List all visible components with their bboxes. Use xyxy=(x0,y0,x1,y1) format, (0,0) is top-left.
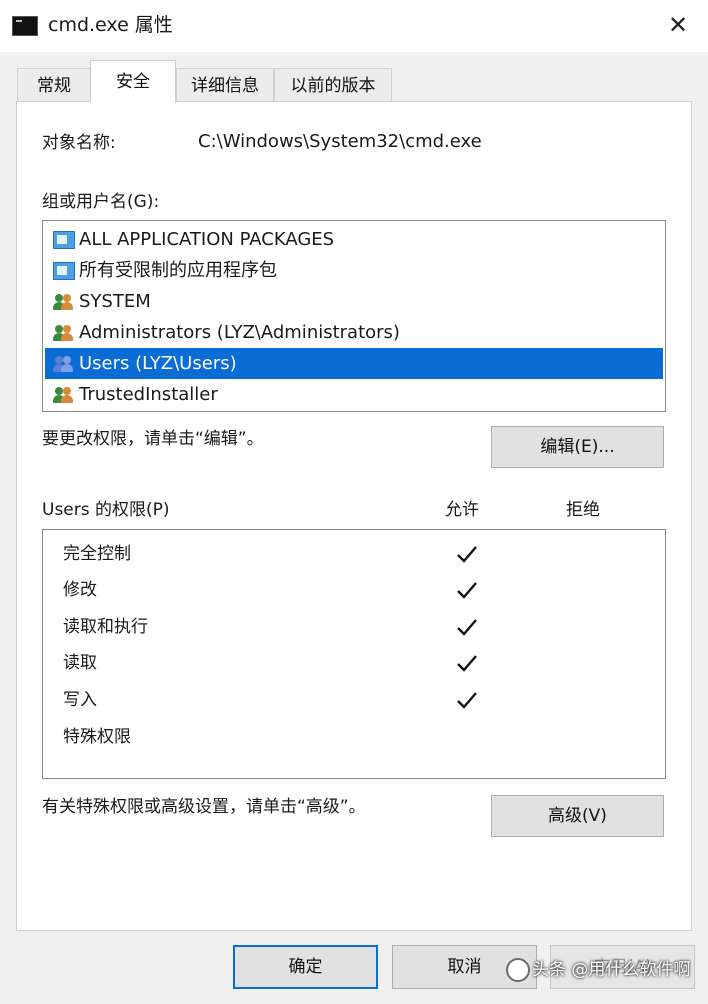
watermark: 头条 @用什么软件啊 xyxy=(506,950,706,988)
package-icon xyxy=(53,231,75,249)
tab-label: 以前的版本 xyxy=(290,76,376,96)
group-name: TrustedInstaller xyxy=(79,384,218,405)
check-icon xyxy=(455,652,479,674)
users-icon xyxy=(53,324,75,342)
tab-previous-versions[interactable]: 以前的版本 xyxy=(274,68,392,102)
permissions-list: 完全控制 修改 读取和执行 读取 写入 特殊权限 xyxy=(42,529,666,779)
group-name: Users (LYZ\Users) xyxy=(79,353,237,374)
object-name-value: C:\Windows\System32\cmd.exe xyxy=(198,131,482,152)
watermark-text: 头条 @用什么软件啊 xyxy=(532,960,691,980)
wechat-logo-icon xyxy=(506,958,530,982)
users-icon xyxy=(53,386,75,404)
tab-security[interactable]: 安全 xyxy=(90,60,176,103)
close-button[interactable]: ✕ xyxy=(660,10,696,40)
permission-name: 读取 xyxy=(63,653,97,673)
list-item[interactable]: SYSTEM xyxy=(45,286,663,317)
close-icon: ✕ xyxy=(667,11,689,39)
users-icon xyxy=(53,355,75,373)
tab-general[interactable]: 常规 xyxy=(17,68,91,102)
title-bar: cmd.exe 属性 ✕ xyxy=(0,0,708,52)
list-item[interactable]: 所有受限制的应用程序包 xyxy=(45,255,663,286)
tab-label: 详细信息 xyxy=(191,76,259,96)
tab-label: 安全 xyxy=(116,72,150,92)
package-icon xyxy=(53,262,75,280)
group-list-label: 组或用户名(G): xyxy=(42,192,160,212)
permission-name: 写入 xyxy=(63,690,97,710)
change-permissions-hint: 要更改权限，请单击“编辑”。 xyxy=(42,429,264,449)
check-icon xyxy=(455,543,479,565)
terminal-icon xyxy=(12,16,38,36)
group-listbox[interactable]: ALL APPLICATION PACKAGES 所有受限制的应用程序包 SYS… xyxy=(42,220,666,412)
list-item[interactable]: ALL APPLICATION PACKAGES xyxy=(45,224,663,255)
check-icon xyxy=(455,616,479,638)
list-item-selected[interactable]: Users (LYZ\Users) xyxy=(45,348,663,379)
check-icon xyxy=(455,689,479,711)
list-item[interactable]: Administrators (LYZ\Administrators) xyxy=(45,317,663,348)
allow-column-header: 允许 xyxy=(445,500,479,520)
edit-button[interactable]: 编辑(E)... xyxy=(491,426,664,468)
permissions-label: Users 的权限(P) xyxy=(42,500,170,520)
object-name-label: 对象名称: xyxy=(42,133,116,153)
group-name: ALL APPLICATION PACKAGES xyxy=(79,229,335,250)
check-icon xyxy=(455,579,479,601)
permission-name: 特殊权限 xyxy=(63,727,131,747)
users-icon xyxy=(53,293,75,311)
tab-label: 常规 xyxy=(37,76,71,96)
tab-details[interactable]: 详细信息 xyxy=(176,68,274,102)
permission-name: 修改 xyxy=(63,580,97,600)
group-name: 所有受限制的应用程序包 xyxy=(79,260,277,281)
permission-name: 完全控制 xyxy=(63,544,131,564)
deny-column-header: 拒绝 xyxy=(566,500,600,520)
group-name: SYSTEM xyxy=(79,291,151,312)
ok-button[interactable]: 确定 xyxy=(233,945,378,989)
window-title: cmd.exe 属性 xyxy=(48,14,173,36)
group-name: Administrators (LYZ\Administrators) xyxy=(79,322,400,343)
list-item[interactable]: TrustedInstaller xyxy=(45,379,663,410)
advanced-button[interactable]: 高级(V) xyxy=(491,795,664,837)
advanced-hint: 有关特殊权限或高级设置，请单击“高级”。 xyxy=(42,797,366,817)
permission-name: 读取和执行 xyxy=(63,617,148,637)
